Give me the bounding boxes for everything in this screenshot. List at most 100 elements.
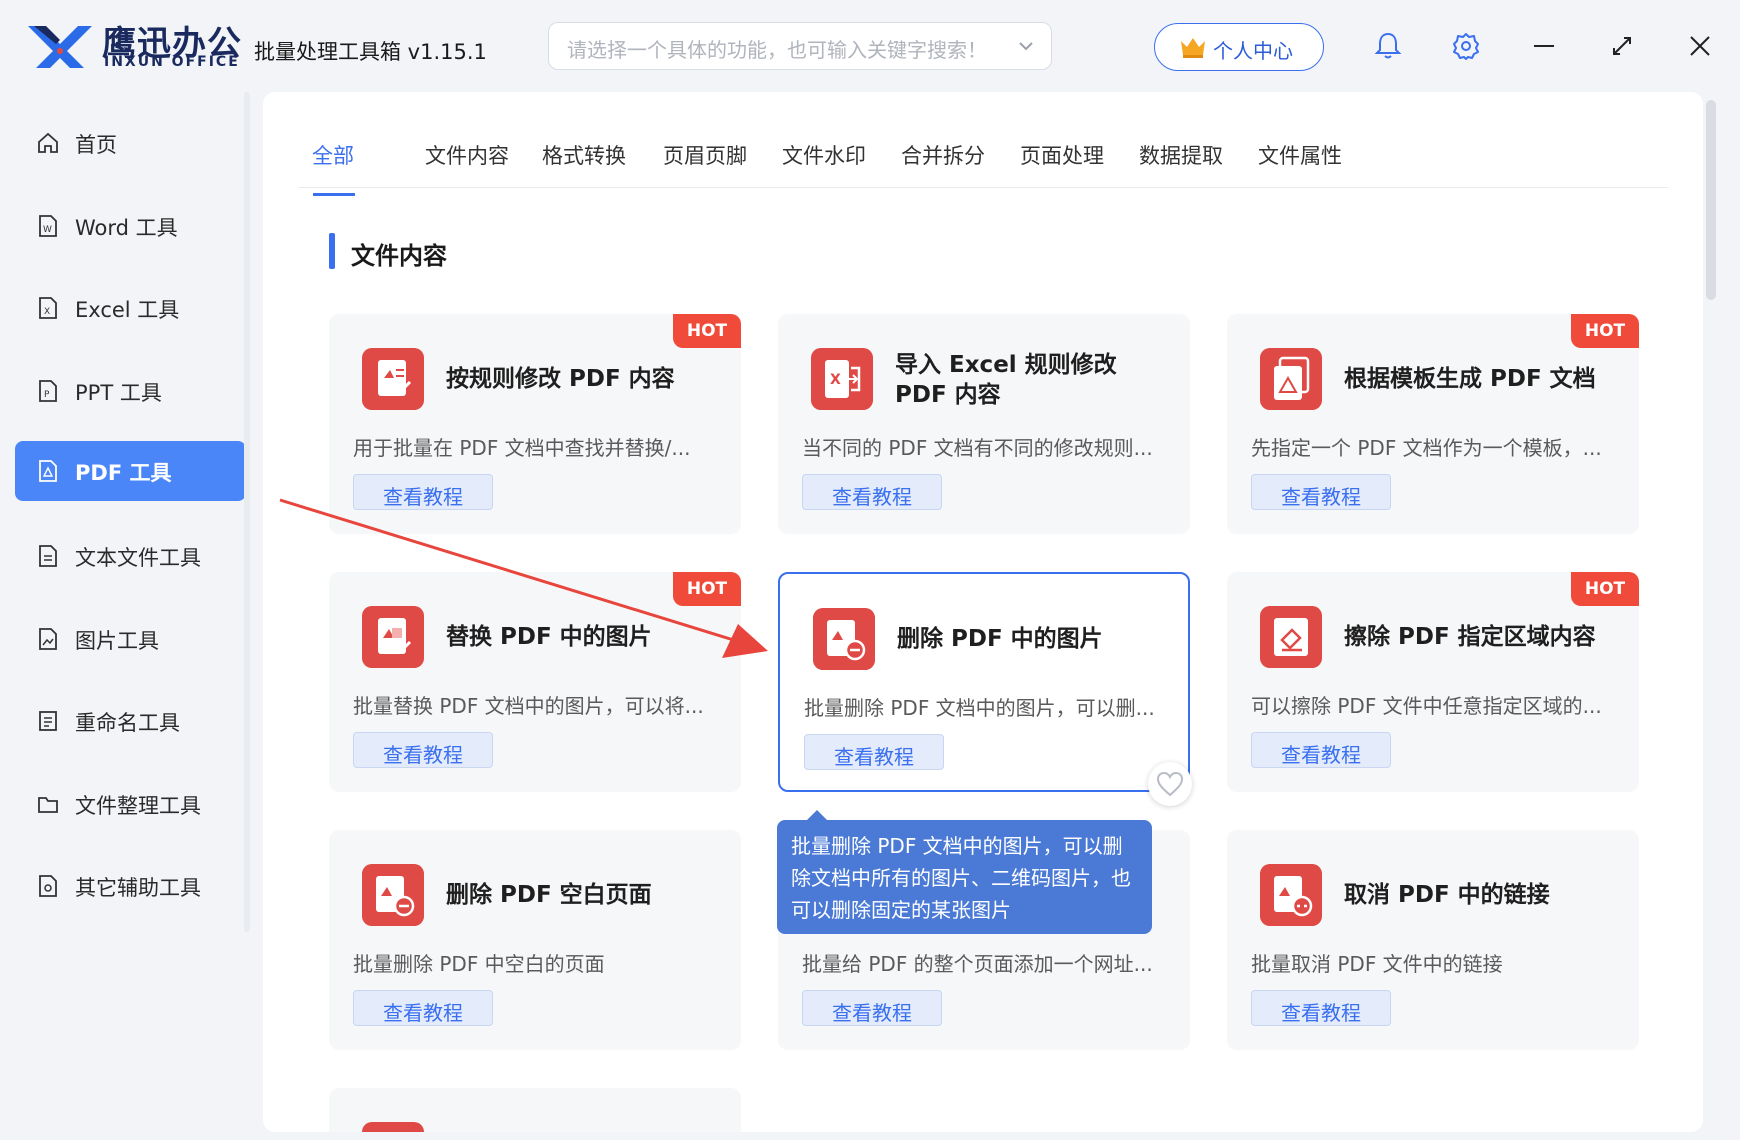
pdf-delete-blank-page-icon [362,864,424,926]
tool-card-partial[interactable] [329,1088,741,1132]
view-tutorial-button[interactable]: 查看教程 [353,732,493,768]
sidebar-item-image[interactable]: 图片工具 [15,609,246,669]
bell-icon[interactable] [1370,28,1406,64]
svg-text:W: W [43,225,52,235]
gear-icon[interactable] [1448,28,1484,64]
tab-file-properties[interactable]: 文件属性 [1258,140,1342,170]
home-icon [38,132,58,153]
tab-all[interactable]: 全部 [312,140,354,170]
eraser-icon [1260,606,1322,668]
view-tutorial-button[interactable]: 查看教程 [1251,732,1391,768]
view-tutorial-button[interactable]: 查看教程 [353,990,493,1026]
button-label: 查看教程 [1281,743,1361,767]
card-description: 先指定一个 PDF 文档作为一个模板，... [1251,436,1602,460]
card-description: 可以擦除 PDF 文件中任意指定区域的... [1251,694,1602,718]
close-icon[interactable] [1682,28,1718,64]
text-file-icon [39,545,57,567]
button-label: 查看教程 [832,485,912,509]
section-accent-bar [329,233,335,269]
tab-data-extract[interactable]: 数据提取 [1139,140,1223,170]
image-file-icon [39,628,57,650]
sidebar-item-label: Word 工具 [75,216,178,240]
tab-format-convert[interactable]: 格式转换 [542,140,626,170]
misc-tools-icon [39,875,57,897]
tool-card[interactable]: HOT 按规则修改 PDF 内容 用于批量在 PDF 文档中查找并替换/... … [329,314,741,534]
sidebar-item-pdf[interactable]: PDF 工具 [15,441,246,501]
tab-merge-split[interactable]: 合并拆分 [901,140,985,170]
card-description: 批量给 PDF 的整个页面添加一个网址... [802,952,1153,976]
sidebar-item-excel[interactable]: X Excel 工具 [15,278,246,338]
user-center-button[interactable]: 个人中心 [1154,23,1324,71]
folder-icon [38,797,58,813]
sidebar-item-label: 图片工具 [75,629,159,653]
main-panel: 全部 文件内容 格式转换 页眉页脚 文件水印 合并拆分 页面处理 数据提取 文件… [263,92,1703,1132]
chevron-down-icon[interactable] [1015,35,1037,57]
button-label: 查看教程 [383,485,463,509]
sidebar-item-text-file[interactable]: 文本文件工具 [15,526,246,586]
tool-card-selected[interactable]: 删除 PDF 中的图片 批量删除 PDF 文档中的图片，可以删... 查看教程 [778,572,1190,792]
sidebar-item-word[interactable]: W Word 工具 [15,196,246,256]
card-description: 批量取消 PDF 文件中的链接 [1251,952,1503,976]
sidebar: 首页 W Word 工具 X Excel 工具 P PPT 工具 PDF 工具 … [0,92,252,1140]
svg-text:P: P [44,390,50,400]
button-label: 查看教程 [383,1001,463,1025]
sidebar-item-label: PDF 工具 [75,461,172,485]
pdf-template-icon [1260,348,1322,410]
view-tutorial-button[interactable]: 查看教程 [802,990,942,1026]
view-tutorial-button[interactable]: 查看教程 [353,474,493,510]
card-title: 擦除 PDF 指定区域内容 [1344,624,1596,650]
sidebar-scrollbar[interactable] [244,92,250,932]
card-title: 取消 PDF 中的链接 [1344,882,1550,908]
sidebar-item-label: 文件整理工具 [75,794,201,818]
sidebar-item-ppt[interactable]: P PPT 工具 [15,361,246,421]
sidebar-item-rename[interactable]: 重命名工具 [15,691,246,751]
minimize-icon[interactable] [1526,28,1562,64]
tool-card[interactable]: 删除 PDF 空白页面 批量删除 PDF 中空白的页面 查看教程 [329,830,741,1050]
user-center-label: 个人中心 [1213,39,1293,63]
view-tutorial-button[interactable]: 查看教程 [1251,990,1391,1026]
active-tab-indicator [313,193,355,196]
tool-card[interactable]: HOT 擦除 PDF 指定区域内容 可以擦除 PDF 文件中任意指定区域的...… [1227,572,1639,792]
favorite-button[interactable] [1148,762,1192,806]
button-label: 查看教程 [1281,485,1361,509]
card-description: 用于批量在 PDF 文档中查找并替换/... [353,436,691,460]
search-placeholder: 请选择一个具体的功能，也可输入关键字搜索！ [567,38,987,62]
app-title: 批量处理工具箱 v1.15.1 [254,40,487,64]
sidebar-item-label: PPT 工具 [75,381,162,405]
tool-card[interactable]: X 导入 Excel 规则修改 PDF 内容 当不同的 PDF 文档有不同的修改… [778,314,1190,534]
tool-card[interactable]: HOT 根据模板生成 PDF 文档 先指定一个 PDF 文档作为一个模板，...… [1227,314,1639,534]
tab-file-content[interactable]: 文件内容 [425,140,509,170]
card-description: 当不同的 PDF 文档有不同的修改规则... [802,436,1153,460]
button-label: 查看教程 [832,1001,912,1025]
button-label: 查看教程 [383,743,463,767]
sidebar-item-file-organize[interactable]: 文件整理工具 [15,774,246,834]
sidebar-item-misc-tools[interactable]: 其它辅助工具 [15,856,246,916]
tab-watermark[interactable]: 文件水印 [782,140,866,170]
excel-import-icon: X [811,348,873,410]
tool-card[interactable]: 取消 PDF 中的链接 批量取消 PDF 文件中的链接 查看教程 [1227,830,1639,1050]
pdf-delete-image-icon [813,608,875,670]
view-tutorial-button[interactable]: 查看教程 [802,474,942,510]
sidebar-item-label: 首页 [75,133,117,157]
tab-page-process[interactable]: 页面处理 [1020,140,1104,170]
card-description: 批量替换 PDF 文档中的图片，可以将... [353,694,704,718]
button-label: 查看教程 [1281,1001,1361,1025]
search-input[interactable]: 请选择一个具体的功能，也可输入关键字搜索！ [548,22,1052,70]
main-scrollbar[interactable] [1706,100,1716,300]
card-description: 批量删除 PDF 文档中的图片，可以删... [804,696,1155,720]
maximize-icon[interactable] [1604,28,1640,64]
view-tutorial-button[interactable]: 查看教程 [1251,474,1391,510]
word-doc-icon: W [39,215,57,237]
hot-badge: HOT [673,314,741,348]
card-icon-partial [362,1122,424,1132]
tool-card[interactable]: HOT 替换 PDF 中的图片 批量替换 PDF 文档中的图片，可以将... 查… [329,572,741,792]
svg-text:X: X [830,372,841,388]
tab-header-footer[interactable]: 页眉页脚 [663,140,747,170]
section-title: 文件内容 [351,242,447,270]
tooltip-text: 批量删除 PDF 文档中的图片，可以删除文档中所有的图片、二维码图片，也可以删除… [791,834,1131,922]
tooltip: 批量删除 PDF 文档中的图片，可以删除文档中所有的图片、二维码图片，也可以删除… [777,810,1152,934]
sidebar-item-home[interactable]: 首页 [15,113,246,173]
excel-doc-icon: X [39,297,57,319]
view-tutorial-button[interactable]: 查看教程 [804,734,944,770]
hot-badge: HOT [673,572,741,606]
